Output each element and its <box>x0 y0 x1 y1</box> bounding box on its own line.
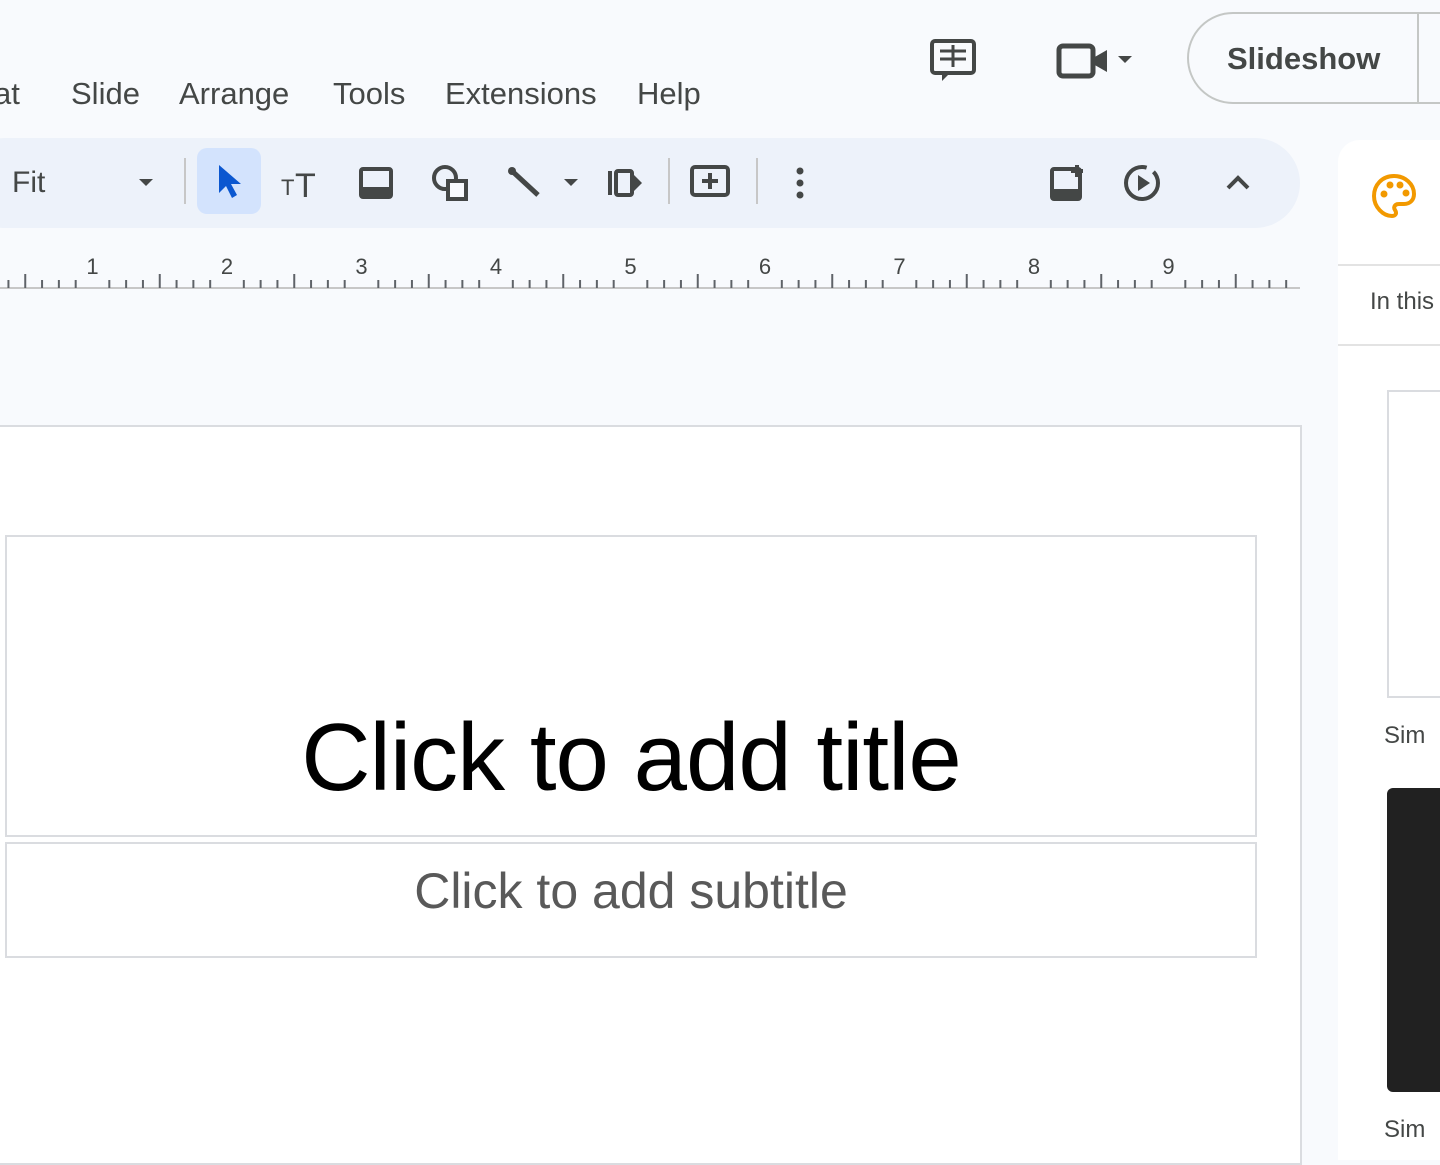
transition-tool-button[interactable] <box>600 158 648 208</box>
select-tool-button[interactable] <box>197 148 261 214</box>
subtitle-placeholder[interactable]: Click to add subtitle <box>5 842 1257 958</box>
title-placeholder-text: Click to add title <box>301 704 962 811</box>
add-comment-icon <box>690 165 730 197</box>
zoom-select[interactable]: Fit <box>0 160 170 206</box>
theme-label: Sim <box>1384 722 1426 749</box>
menu-format[interactable]: at <box>0 76 20 112</box>
add-slide-icon <box>1050 165 1083 201</box>
menu-bar: at Slide Arrange Tools Extensions Help <box>0 60 720 130</box>
menu-tools[interactable]: Tools <box>333 76 405 112</box>
horizontal-ruler[interactable] <box>0 250 1300 292</box>
chevron-down-icon <box>139 179 153 186</box>
theme-label: Sim <box>1384 1116 1426 1143</box>
panel-divider <box>1338 344 1440 346</box>
transition-icon <box>608 169 642 197</box>
collapse-toolbar-button[interactable] <box>1214 158 1262 208</box>
dropdown-icon <box>1118 56 1132 63</box>
ruler-label: 5 <box>624 254 637 279</box>
zoom-value: Fit <box>12 166 46 199</box>
text-box-icon: T T <box>281 167 316 201</box>
chevron-up-icon <box>1226 175 1250 190</box>
title-placeholder[interactable]: Click to add title <box>5 535 1257 837</box>
slideshow-label: Slideshow <box>1227 41 1381 76</box>
slideshow-button[interactable]: Slideshow <box>1187 12 1440 104</box>
shape-tool-button[interactable] <box>427 158 475 208</box>
ruler-label: 3 <box>355 254 368 279</box>
theme-thumbnail-simple-light[interactable] <box>1387 390 1440 698</box>
line-tool-button[interactable] <box>500 158 548 208</box>
image-tool-button[interactable] <box>352 158 400 208</box>
play-circle-icon <box>1124 165 1160 201</box>
ruler-label: 7 <box>893 254 906 279</box>
chevron-down-icon <box>564 179 578 186</box>
image-icon <box>359 167 393 199</box>
panel-divider <box>1338 264 1440 266</box>
menu-slide[interactable]: Slide <box>71 76 140 112</box>
ruler-label: 4 <box>489 254 503 279</box>
theme-section-label: In this <box>1370 288 1435 315</box>
menu-help[interactable]: Help <box>637 76 701 112</box>
ruler-label: 8 <box>1027 254 1041 279</box>
shapes-icon <box>432 165 468 201</box>
comment-history-icon <box>930 39 976 81</box>
toolbar-divider <box>668 158 670 204</box>
toolbar-divider <box>184 158 186 204</box>
menu-extensions[interactable]: Extensions <box>445 76 597 112</box>
line-icon <box>508 167 540 197</box>
ruler-label: 2 <box>220 254 234 279</box>
more-vertical-icon <box>796 167 804 199</box>
toolbar <box>0 138 1300 228</box>
motion-button[interactable] <box>1118 158 1166 208</box>
theme-thumbnail-simple-dark[interactable] <box>1387 788 1440 1092</box>
text-box-tool-button[interactable]: T T <box>276 158 324 208</box>
menu-arrange[interactable]: Arrange <box>179 76 289 112</box>
themes-panel-icon-button[interactable] <box>1370 172 1426 228</box>
svg-text:T: T <box>295 167 316 201</box>
add-slide-button[interactable] <box>1043 158 1091 208</box>
comment-tool-button[interactable] <box>686 158 734 208</box>
subtitle-placeholder-text: Click to add subtitle <box>414 863 848 919</box>
line-dropdown-button[interactable] <box>558 158 584 208</box>
ruler-label: 1 <box>86 254 99 279</box>
cursor-arrow-icon <box>219 165 241 198</box>
palette-icon <box>1371 173 1417 219</box>
slideshow-divider <box>1417 14 1419 102</box>
more-options-button[interactable] <box>776 158 824 208</box>
ruler-label: 9 <box>1162 254 1175 279</box>
toolbar-divider <box>756 158 758 204</box>
comment-history-button[interactable] <box>920 30 986 90</box>
video-camera-icon <box>1056 43 1107 79</box>
meet-button[interactable] <box>1040 30 1150 90</box>
ruler-label: 6 <box>758 254 772 279</box>
svg-text:T: T <box>281 175 294 200</box>
